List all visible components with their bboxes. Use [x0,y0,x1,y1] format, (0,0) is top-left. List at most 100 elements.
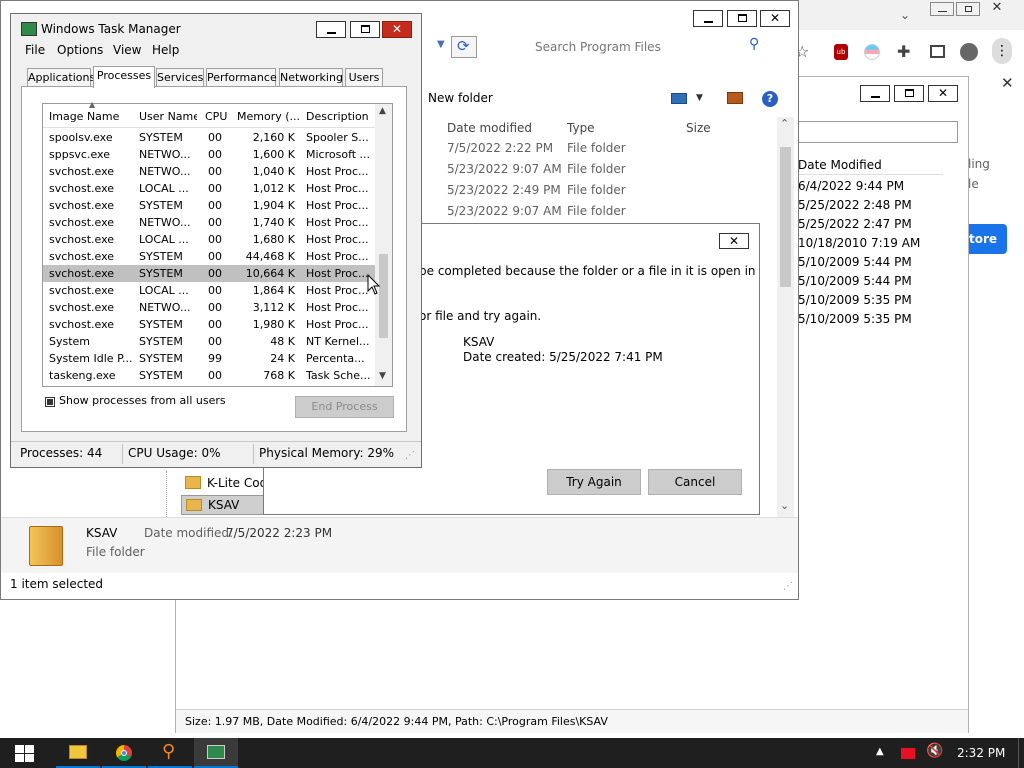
taskbar-search-app-button[interactable]: ⚲ [148,738,192,768]
resize-grip-icon[interactable]: ⋰ [405,450,415,461]
back-minimize-button[interactable] [860,85,890,102]
view-options-icon[interactable] [671,93,687,104]
show-all-checkbox[interactable] [45,397,55,407]
scroll-up-icon[interactable]: ⌃ [780,117,789,130]
list-item[interactable]: 10/18/2010 7:19 AM [798,236,920,250]
table-row[interactable]: svchost.exe SYSTEM 00 1,980 K Host Proc... [43,316,375,333]
table-row[interactable]: sppsvc.exe NETWO... 00 1,600 K Microsoft ... [43,146,375,163]
try-again-button[interactable]: Try Again [547,469,641,495]
col-description[interactable]: Description [306,110,372,123]
taskbar-task-manager-button[interactable] [194,738,238,768]
list-item[interactable]: 5/25/2022 2:48 PM [798,198,912,212]
table-row[interactable]: System Idle P... SYSTEM 99 24 K Percenta... [43,350,375,367]
tray-alert-icon[interactable] [901,748,915,759]
explorer-search-input[interactable] [535,38,735,56]
view-dropdown-icon[interactable]: ▼ [696,93,703,103]
tray-chevron-up-icon[interactable]: ▲ [876,746,884,757]
end-process-button[interactable]: End Process [295,396,394,418]
explorer-scrollbar[interactable]: ⌃ ⌄ [777,117,794,517]
nav-item-ksav[interactable]: KSAV [181,495,267,515]
list-item[interactable]: 5/10/2009 5:44 PM [798,274,912,288]
explorer-maximize-button[interactable] [727,10,757,27]
tray-clock[interactable]: 2:32 PM [957,746,1005,760]
store-button[interactable]: tore [965,224,1007,254]
list-item[interactable]: 5/25/2022 2:47 PM [798,217,912,231]
extensions-puzzle-icon[interactable]: ✚ [897,42,910,61]
kebab-menu-icon[interactable]: ⋮ [992,38,1012,64]
table-row[interactable]: 5/23/2022 2:49 PM File folder [421,183,777,203]
flag-extension-icon[interactable] [864,44,880,60]
table-row[interactable]: svchost.exe SYSTEM 00 44,468 K Host Proc... [43,248,375,265]
list-item[interactable]: 5/10/2009 5:35 PM [798,293,912,307]
tab-applications[interactable]: Applications [27,68,95,87]
table-row[interactable]: svchost.exe LOCAL ... 00 1,864 K Host Proc..… [43,282,375,299]
col-user-name[interactable]: User Name [139,110,197,123]
address-dropdown-icon[interactable]: ▼ [437,39,445,50]
menu-file[interactable]: File [25,43,45,57]
tab-performance[interactable]: Performance [206,68,277,87]
list-item[interactable]: 5/10/2009 5:35 PM [798,312,912,326]
menu-view[interactable]: View [113,43,141,57]
col-memory[interactable]: Memory (... [237,110,299,123]
tab-networking[interactable]: Networking [279,68,343,87]
taskbar-chrome-button[interactable] [102,738,146,768]
process-scroll-thumb[interactable] [379,254,388,338]
scroll-thumb[interactable] [780,147,791,287]
table-row[interactable]: 5/23/2022 9:07 AM File folder [421,204,777,224]
browser-minimize-icon[interactable] [930,2,954,16]
table-row[interactable]: 5/23/2022 9:07 AM File folder [421,162,777,182]
back-maximize-button[interactable] [894,85,924,102]
col-cpu[interactable]: CPU [205,110,233,123]
resize-grip-icon[interactable]: ⋰ [783,581,793,592]
table-row[interactable]: svchost.exe NETWO... 00 3,112 K Host Proc... [43,299,375,316]
list-item[interactable]: 6/4/2022 9:44 PM [798,179,904,193]
dialog-close-button[interactable]: ✕ [719,233,749,249]
back-close-button[interactable]: ✕ [928,85,958,102]
tm-close-button[interactable]: ✕ [382,21,412,38]
profile-avatar-icon[interactable] [960,43,978,61]
tray-volume-muted-icon[interactable]: 🔇 [926,743,943,759]
cancel-button[interactable]: Cancel [648,469,742,495]
explorer-search-box[interactable]: ⚲ [479,36,779,58]
scroll-down-icon[interactable]: ⌄ [780,499,789,512]
table-row[interactable]: taskeng.exe SYSTEM 00 768 K Task Sche... [43,367,375,384]
browser-popup-close-icon[interactable]: ✕ [1001,74,1014,92]
list-item[interactable]: 5/10/2009 5:44 PM [798,255,912,269]
side-panel-icon[interactable] [930,45,945,58]
refresh-button[interactable]: ⟳ [451,36,477,58]
menu-help[interactable]: Help [152,43,179,57]
table-row[interactable]: svchost.exe NETWO... 00 1,040 K Host Proc... [43,163,375,180]
column-size[interactable]: Size [686,121,711,135]
menu-options[interactable]: Options [57,43,103,57]
table-row[interactable]: System SYSTEM 00 48 K NT Kernel... [43,333,375,350]
process-scrollbar[interactable]: ▲ ▼ [375,104,392,386]
new-folder-button[interactable]: New folder [428,91,493,105]
scroll-up-icon[interactable]: ▲ [379,106,386,116]
table-row[interactable]: svchost.exe LOCAL ... 00 1,012 K Host Proc..… [43,180,375,197]
table-row[interactable]: svchost.exe NETWO... 00 1,740 K Host Proc... [43,214,375,231]
search-icon[interactable]: ⚲ [749,36,759,52]
back-search-box[interactable] [793,121,958,143]
explorer-close-button[interactable]: ✕ [760,10,790,27]
taskbar-explorer-button[interactable] [56,738,100,768]
back-column-date-modified[interactable]: Date Modified [798,158,882,172]
table-row[interactable]: svchost.exe SYSTEM 00 10,664 K Host Proc... [43,265,375,282]
tm-maximize-button[interactable] [350,21,380,38]
column-date-modified[interactable]: Date modified [447,121,532,135]
tm-minimize-button[interactable] [316,21,346,38]
show-desktop-button[interactable] [1018,738,1024,768]
chevron-down-icon[interactable]: ⌄ [900,8,910,22]
browser-close-icon[interactable]: ✕ [985,0,1009,16]
ublock-icon[interactable]: ub [834,44,848,60]
table-row[interactable]: spoolsv.exe SYSTEM 00 2,160 K Spooler S... [43,129,375,146]
show-all-label[interactable]: Show processes from all users [59,394,226,407]
table-row[interactable]: 7/5/2022 2:22 PM File folder [421,141,777,161]
tab-services[interactable]: Services [156,68,204,87]
help-icon[interactable]: ? [762,91,778,107]
table-row[interactable]: svchost.exe SYSTEM 00 1,904 K Host Proc... [43,197,375,214]
tab-users[interactable]: Users [345,68,383,87]
tab-processes[interactable]: Processes [93,66,155,88]
col-image-name[interactable]: Image Name [49,110,131,123]
column-type[interactable]: Type [567,121,595,135]
start-windows-icon[interactable] [15,745,35,763]
